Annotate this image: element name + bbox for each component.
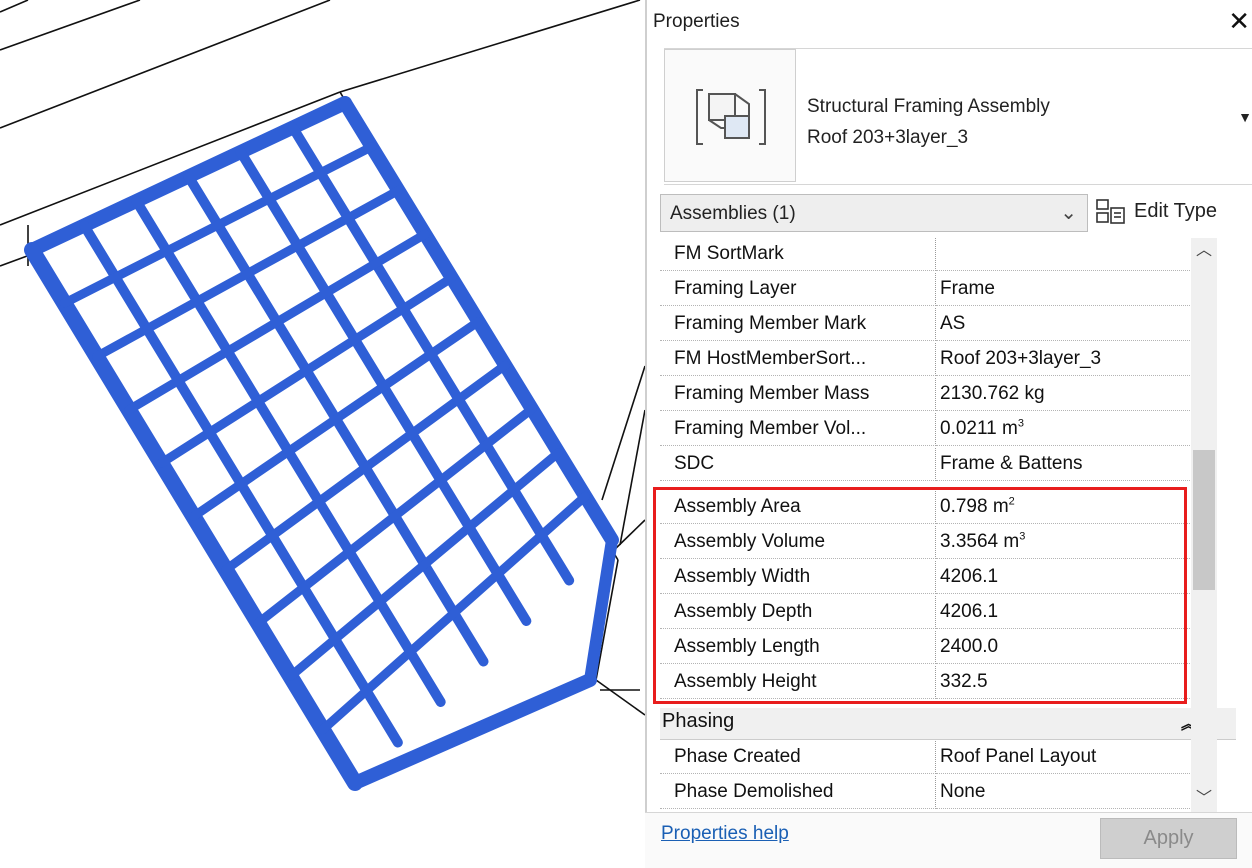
property-value[interactable]: 332.5	[936, 666, 1198, 699]
panel-title: Properties	[653, 11, 740, 32]
edit-type-button[interactable]: Edit Type	[1095, 194, 1252, 232]
property-value[interactable]: 4206.1	[936, 561, 1198, 594]
edit-type-icon	[1096, 199, 1125, 224]
type-dropdown-icon[interactable]: ▼	[1238, 109, 1252, 125]
property-row-framing-member-volume: Framing Member Vol... 0.0211 m3	[660, 413, 1236, 446]
property-row-sdc: SDC Frame & Battens	[660, 448, 1236, 481]
property-value[interactable]: 2130.762 kg	[936, 378, 1198, 411]
property-name: Framing Layer	[660, 273, 936, 306]
3d-viewport[interactable]	[0, 0, 648, 867]
value-text: 0.0211 m	[940, 418, 1018, 439]
property-name: FM HostMemberSort...	[660, 343, 936, 376]
scroll-up-icon[interactable]: ︿	[1191, 238, 1217, 264]
property-name: Phase Demolished	[660, 776, 936, 809]
property-value[interactable]: Frame	[936, 273, 1198, 306]
edit-type-label: Edit Type	[1134, 200, 1218, 222]
unit-exponent: 2	[1008, 495, 1015, 508]
property-name: Assembly Length	[660, 631, 936, 664]
property-row-assembly-height: Assembly Height 332.5	[660, 666, 1236, 699]
property-name: Assembly Width	[660, 561, 936, 594]
property-value[interactable]: None	[936, 776, 1198, 809]
property-name: Assembly Volume	[660, 526, 936, 559]
property-name: Phase Created	[660, 741, 936, 774]
property-name: Framing Member Mark	[660, 308, 936, 341]
property-value[interactable]: AS	[936, 308, 1198, 341]
value-text: 0.798 m	[940, 496, 1009, 517]
property-name: Assembly Area	[660, 491, 936, 524]
property-value[interactable]	[936, 238, 1198, 271]
property-value[interactable]: 2400.0	[936, 631, 1198, 664]
property-value[interactable]: 3.3564 m3	[936, 526, 1198, 559]
properties-help-link[interactable]: Properties help	[661, 823, 789, 845]
property-row-framing-layer: Framing Layer Frame	[660, 273, 1236, 306]
scroll-down-icon[interactable]: ﹀	[1191, 786, 1217, 812]
property-name: FM SortMark	[660, 238, 936, 271]
property-value[interactable]: Frame & Battens	[936, 448, 1198, 481]
panel-footer: Properties help Apply	[645, 812, 1252, 868]
framing-members	[24, 96, 619, 791]
property-name: SDC	[660, 448, 936, 481]
property-row-assembly-area: Assembly Area 0.798 m2	[660, 491, 1236, 524]
property-row-framing-member-mark: Framing Member Mark AS	[660, 308, 1236, 341]
filter-selected-label: Assemblies (1)	[670, 203, 796, 224]
framing-assembly-view[interactable]	[0, 0, 648, 867]
scrollbar-thumb[interactable]	[1193, 450, 1215, 590]
properties-scrollbar[interactable]: ︿ ﹀	[1191, 238, 1217, 812]
type-type-label: Roof 203+3layer_3	[807, 127, 969, 148]
panel-title-bar: Properties ✕	[647, 0, 1252, 44]
property-row-framing-member-mass: Framing Member Mass 2130.762 kg	[660, 378, 1236, 411]
property-row-assembly-volume: Assembly Volume 3.3564 m3	[660, 526, 1236, 559]
type-preview	[664, 49, 796, 182]
property-value[interactable]: Roof Panel Layout	[936, 741, 1198, 774]
property-row-phase-demolished: Phase Demolished None	[660, 776, 1236, 809]
property-value[interactable]: 0.0211 m3	[936, 413, 1198, 446]
property-row-phase-created: Phase Created Roof Panel Layout	[660, 741, 1236, 774]
value-text: 3.3564 m	[940, 531, 1020, 552]
properties-panel: Properties ✕ Structural Framing Assembly…	[645, 0, 1252, 867]
property-value[interactable]: Roof 203+3layer_3	[936, 343, 1198, 376]
close-icon[interactable]: ✕	[1228, 8, 1250, 34]
type-name: Structural Framing Assembly Roof 203+3la…	[807, 91, 1050, 153]
apply-button[interactable]: Apply	[1100, 818, 1237, 859]
property-row-assembly-length: Assembly Length 2400.0	[660, 631, 1236, 664]
type-selector[interactable]: Structural Framing Assembly Roof 203+3la…	[664, 48, 1252, 185]
property-row-assembly-depth: Assembly Depth 4206.1	[660, 596, 1236, 629]
chevron-down-icon: ⌄	[1060, 202, 1077, 224]
property-name: Framing Member Mass	[660, 378, 936, 411]
assembly-icon	[696, 89, 766, 145]
property-name: Assembly Height	[660, 666, 936, 699]
property-name: Assembly Depth	[660, 596, 936, 629]
group-header-phasing[interactable]: Phasing ︽	[660, 708, 1236, 740]
unit-exponent: 3	[1017, 417, 1024, 430]
property-value[interactable]: 4206.1	[936, 596, 1198, 629]
type-family-label: Structural Framing Assembly	[807, 96, 1050, 117]
properties-grid: FM SortMark Framing Layer Frame Framing …	[660, 238, 1236, 812]
property-name: Framing Member Vol...	[660, 413, 936, 446]
property-row-fm-sortmark: FM SortMark	[660, 238, 1236, 271]
property-value[interactable]: 0.798 m2	[936, 491, 1198, 524]
selection-filter-dropdown[interactable]: Assemblies (1) ⌄	[660, 194, 1088, 232]
property-row-assembly-width: Assembly Width 4206.1	[660, 561, 1236, 594]
group-label: Phasing	[662, 710, 735, 732]
unit-exponent: 3	[1019, 530, 1026, 543]
property-row-fm-hostmembersort: FM HostMemberSort... Roof 203+3layer_3	[660, 343, 1236, 376]
